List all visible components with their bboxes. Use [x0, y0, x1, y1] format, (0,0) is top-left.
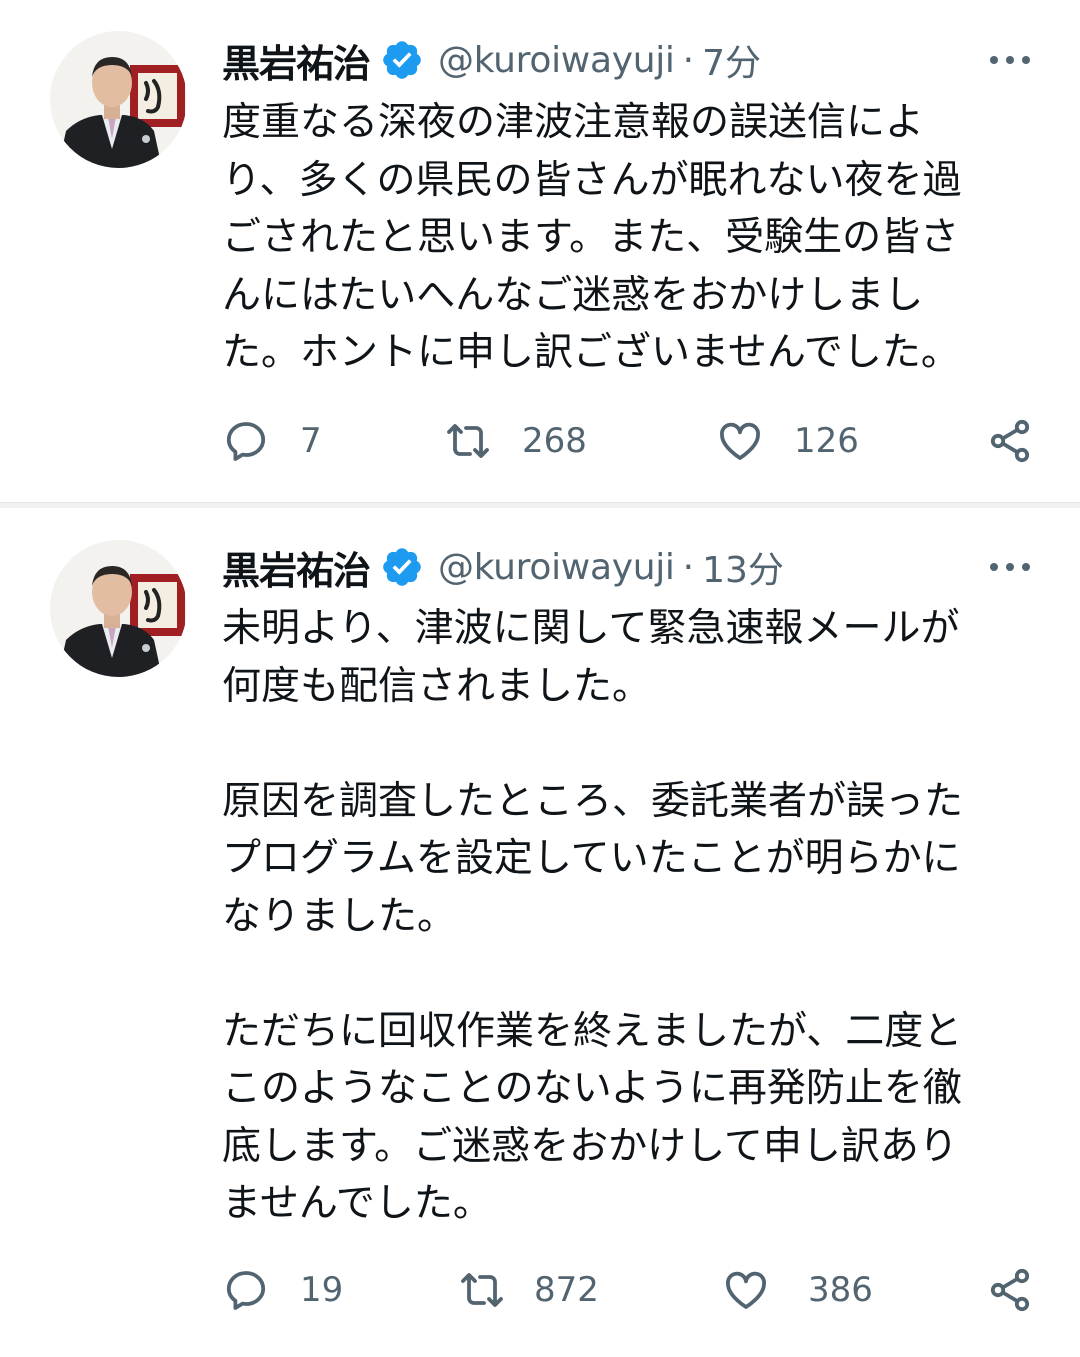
reply-bubble-icon [222, 417, 270, 465]
share-nodes-icon [986, 1266, 1034, 1314]
separator-dot: · [682, 39, 695, 81]
like-count: 126 [794, 421, 859, 461]
reply-bubble-icon [222, 1266, 270, 1314]
retweet-button[interactable]: 872 [458, 1260, 599, 1320]
author-name[interactable]: 黒岩祐治 [222, 33, 371, 88]
author-name[interactable]: 黒岩祐治 [222, 540, 371, 595]
share-nodes-icon [986, 417, 1034, 465]
avatar[interactable] [50, 540, 187, 677]
tweet-time[interactable]: 13分 [702, 541, 784, 593]
like-button[interactable]: 126 [716, 411, 859, 471]
retweet-count: 268 [522, 421, 587, 461]
separator-dot: · [682, 546, 695, 588]
tweet-text: 未明より、津波に関して緊急速報メールが 何度も配信されました。 原因を調査したと… [222, 606, 964, 1226]
tweet[interactable]: 黒岩祐治 @kuroiwayuji · 13分 未明より、津波に関して緊急速報メ… [0, 508, 1080, 1357]
tweet[interactable]: 黒岩祐治 @kuroiwayuji · 7分 度重なる深夜の津波注意報の誤送信に… [0, 0, 1080, 502]
verified-badge-icon [380, 38, 424, 82]
tweet-text: 度重なる深夜の津波注意報の誤送信によ り、多くの県民の皆さんが眠れない夜を過 ご… [222, 100, 962, 375]
retweet-arrows-icon [444, 417, 492, 465]
verified-badge-icon [380, 545, 424, 589]
like-count: 386 [808, 1270, 873, 1310]
reply-count: 7 [300, 421, 322, 461]
reply-button[interactable]: 7 [222, 411, 322, 471]
more-dots-icon[interactable] [988, 50, 1032, 70]
heart-icon [716, 417, 764, 465]
like-button[interactable]: 386 [722, 1260, 873, 1320]
retweet-count: 872 [534, 1270, 599, 1310]
tweet-header: 黒岩祐治 @kuroiwayuji · 13分 [222, 539, 1040, 595]
share-button[interactable] [986, 411, 1034, 471]
tweet-actions: 19 872 386 [222, 1260, 1042, 1320]
retweet-arrows-icon [458, 1266, 506, 1314]
author-handle[interactable]: @kuroiwayuji [438, 40, 675, 81]
reply-count: 19 [300, 1270, 344, 1310]
reply-button[interactable]: 19 [222, 1260, 343, 1320]
retweet-button[interactable]: 268 [444, 411, 587, 471]
share-button[interactable] [986, 1260, 1034, 1320]
more-dots-icon[interactable] [988, 557, 1032, 577]
heart-icon [722, 1266, 770, 1314]
tweet-header: 黒岩祐治 @kuroiwayuji · 7分 [222, 32, 1040, 88]
tweet-actions: 7 268 126 [222, 411, 1042, 471]
avatar[interactable] [50, 31, 187, 168]
tweet-time[interactable]: 7分 [702, 34, 761, 86]
author-handle[interactable]: @kuroiwayuji [438, 547, 675, 588]
